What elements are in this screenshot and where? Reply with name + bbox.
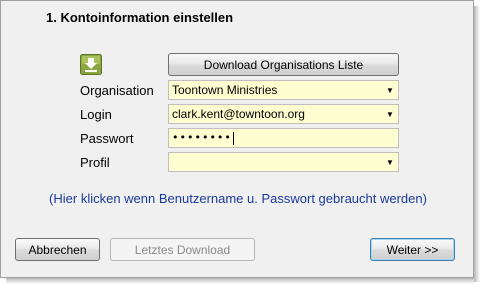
profile-select[interactable]: ▼ bbox=[168, 152, 399, 172]
cancel-label: Abbrechen bbox=[28, 242, 87, 257]
login-combobox[interactable]: clark.kent@towntoon.org ▼ bbox=[168, 104, 399, 124]
next-label: Weiter >> bbox=[386, 242, 439, 257]
organisation-label: Organisation bbox=[80, 83, 154, 98]
last-download-label: Letztes Download bbox=[134, 242, 231, 257]
cancel-button[interactable]: Abbrechen bbox=[15, 238, 100, 261]
chevron-down-icon[interactable]: ▼ bbox=[382, 105, 398, 123]
login-label: Login bbox=[80, 107, 112, 122]
login-value: clark.kent@towntoon.org bbox=[172, 107, 305, 121]
step-title: 1. Kontoinformation einstellen bbox=[46, 10, 234, 25]
account-setup-dialog: 1. Kontoinformation einstellen Download … bbox=[0, 0, 474, 278]
chevron-down-icon[interactable]: ▼ bbox=[382, 81, 398, 99]
dialog-shadow-right bbox=[474, 6, 480, 282]
password-field[interactable]: •••••••• bbox=[168, 128, 399, 148]
chevron-down-icon[interactable]: ▼ bbox=[382, 153, 398, 171]
credentials-hint-link[interactable]: (Hier klicken wenn Benutzername u. Passw… bbox=[1, 191, 475, 206]
download-organisations-label: Download Organisations Liste bbox=[203, 57, 364, 72]
password-value: •••••••• bbox=[172, 131, 232, 145]
download-arrow-icon[interactable] bbox=[80, 54, 102, 75]
profile-label: Profil bbox=[80, 155, 110, 170]
next-button[interactable]: Weiter >> bbox=[370, 238, 455, 261]
organisation-select[interactable]: Toontown Ministries ▼ bbox=[168, 80, 399, 100]
password-label: Passwort bbox=[80, 131, 134, 146]
organisation-value: Toontown Ministries bbox=[172, 83, 278, 97]
last-download-button[interactable]: Letztes Download bbox=[110, 238, 255, 261]
dialog-shadow-bottom bbox=[6, 278, 474, 284]
download-organisations-button[interactable]: Download Organisations Liste bbox=[168, 53, 399, 76]
text-caret bbox=[232, 131, 234, 145]
